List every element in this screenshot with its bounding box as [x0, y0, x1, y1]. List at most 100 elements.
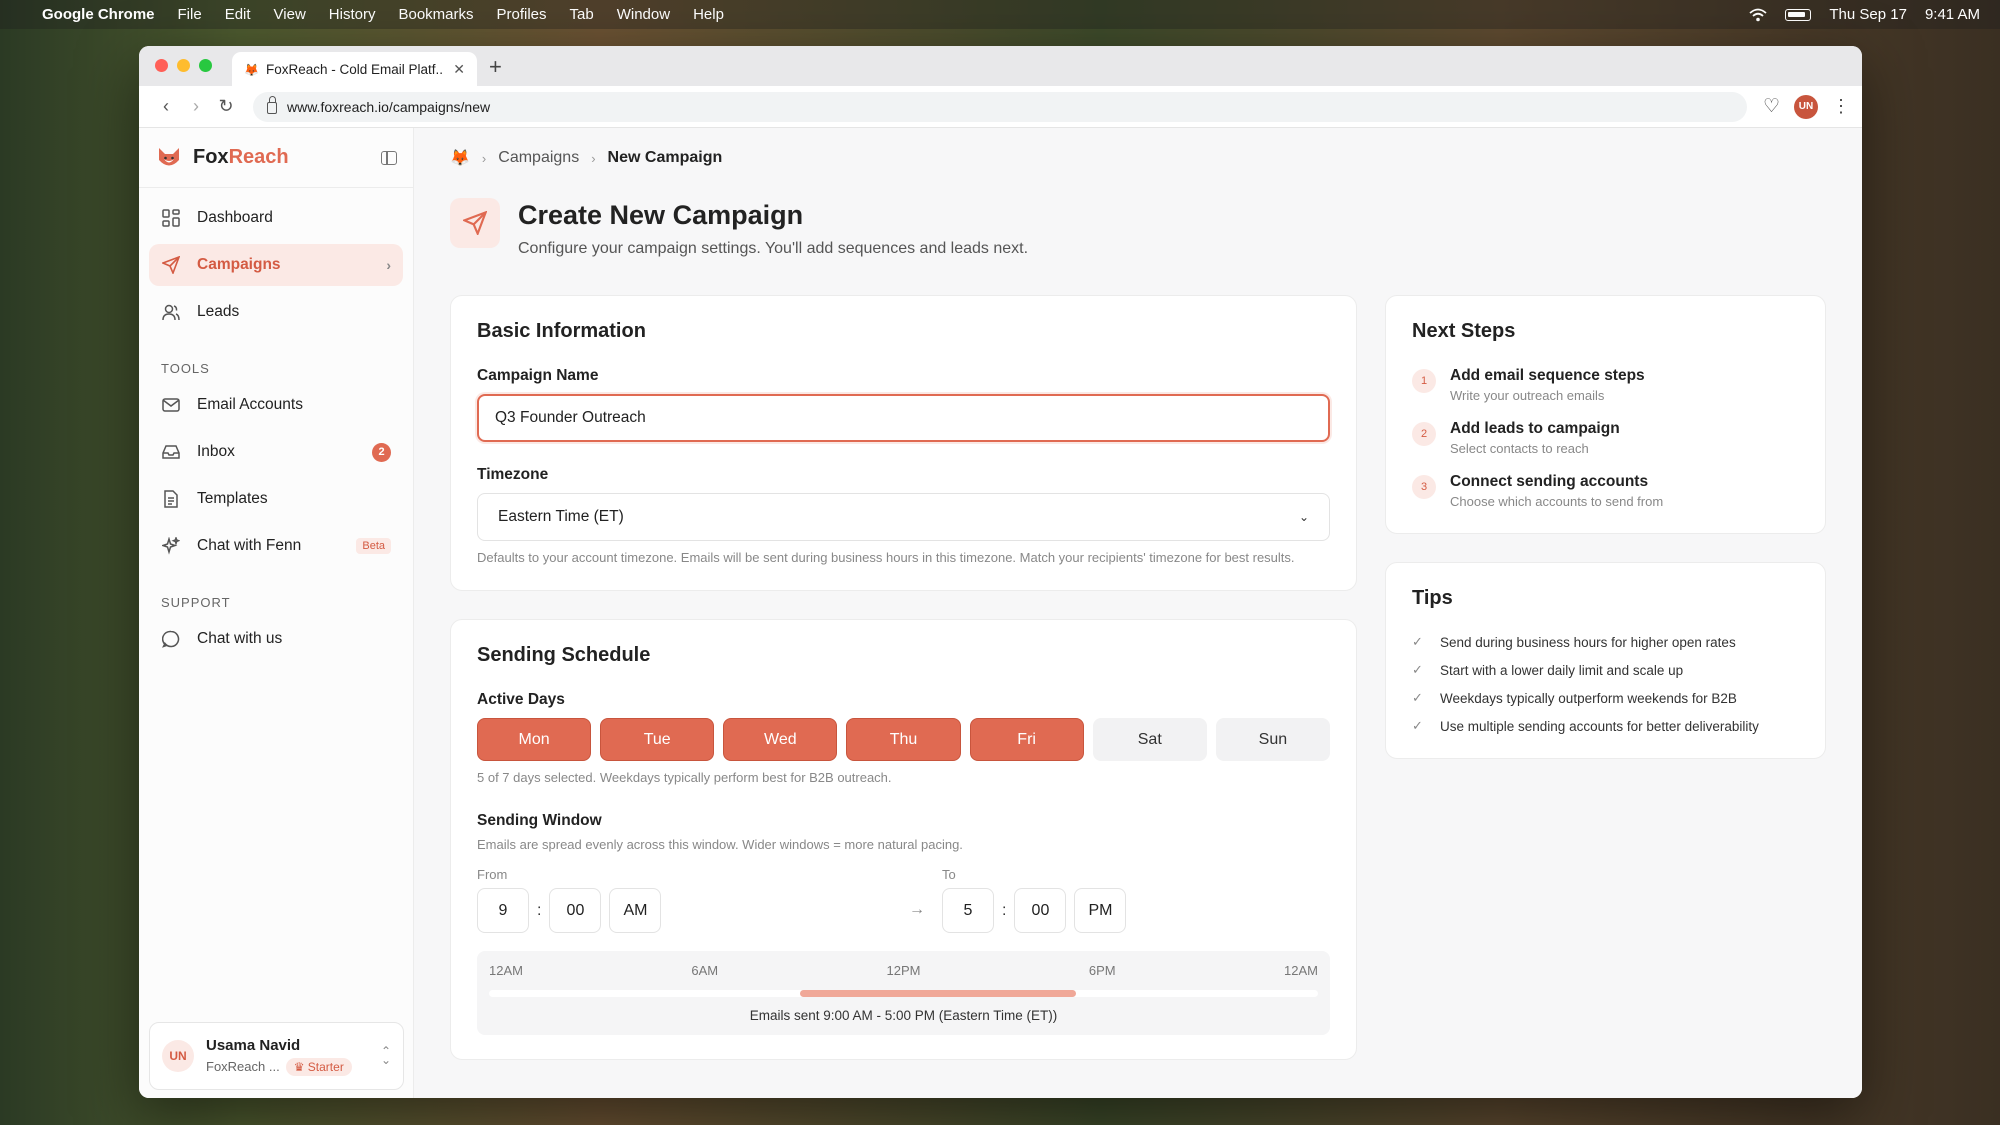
- day-toggle-tue[interactable]: Tue: [600, 718, 715, 761]
- check-icon: ✓: [1412, 690, 1423, 705]
- close-tab-icon[interactable]: ✕: [453, 61, 465, 78]
- menu-view[interactable]: View: [274, 6, 306, 23]
- sidebar-item-label: Templates: [197, 490, 268, 507]
- sidebar-item-leads[interactable]: Leads: [149, 291, 403, 333]
- timezone-label: Timezone: [477, 466, 549, 483]
- sidebar-support-nav: Chat with us: [139, 618, 413, 674]
- user-account-switcher[interactable]: UN Usama Navid FoxReach ... ♛ Starter ⌃ ⌄: [149, 1022, 404, 1090]
- menu-date[interactable]: Thu Sep 17: [1829, 6, 1907, 23]
- day-toggle-wed[interactable]: Wed: [723, 718, 838, 761]
- menu-bookmarks[interactable]: Bookmarks: [398, 6, 473, 23]
- breadcrumb-separator-icon: ›: [591, 150, 596, 166]
- sidebar-item-dashboard[interactable]: Dashboard: [149, 197, 403, 239]
- new-tab-icon[interactable]: +: [489, 54, 502, 80]
- to-ampm-toggle[interactable]: PM: [1074, 888, 1127, 933]
- battery-icon[interactable]: [1785, 8, 1812, 21]
- menu-time[interactable]: 9:41 AM: [1925, 6, 1980, 23]
- next-steps-card: Next Steps 1 Add email sequence steps Wri…: [1385, 295, 1826, 534]
- day-toggle-thu[interactable]: Thu: [846, 718, 961, 761]
- sidebar-item-campaigns[interactable]: Campaigns ›: [149, 244, 403, 286]
- breadcrumb: 🦊 › Campaigns › New Campaign: [450, 128, 1826, 188]
- sidebar-item-chat-with-fenn[interactable]: Chat with Fenn Beta: [149, 525, 403, 567]
- back-icon[interactable]: ‹: [151, 96, 181, 117]
- reload-icon[interactable]: ↻: [211, 96, 241, 117]
- browser-window: 🦊 FoxReach - Cold Email Platf... ✕ + ‹ ›…: [139, 46, 1862, 1098]
- day-toggle-mon[interactable]: Mon: [477, 718, 592, 761]
- minimize-window-button[interactable]: [177, 59, 190, 72]
- sidebar-item-label: Dashboard: [197, 209, 273, 226]
- sidebar-item-label: Chat with us: [197, 630, 283, 647]
- chevron-down-icon: ⌄: [1298, 510, 1309, 524]
- more-options-icon[interactable]: ⋮: [1832, 96, 1850, 117]
- menu-tab[interactable]: Tab: [570, 6, 594, 23]
- from-minute-input[interactable]: 00: [549, 888, 602, 933]
- menu-app-name[interactable]: Google Chrome: [42, 6, 155, 23]
- menu-window[interactable]: Window: [617, 6, 670, 23]
- sidebar-item-templates[interactable]: Templates: [149, 478, 403, 520]
- window-controls: [155, 59, 212, 72]
- brand-name[interactable]: FoxReach: [193, 146, 289, 169]
- grid-icon: [161, 208, 181, 228]
- timeline-tick: 6PM: [1088, 963, 1116, 978]
- mail-icon: [161, 395, 181, 415]
- day-toggle-sat[interactable]: Sat: [1092, 718, 1207, 761]
- browser-tab[interactable]: 🦊 FoxReach - Cold Email Platf... ✕: [232, 52, 477, 86]
- sidebar-item-label: Email Accounts: [197, 396, 303, 413]
- chat-bubble-icon: [161, 629, 181, 649]
- zoom-window-button[interactable]: [199, 59, 212, 72]
- breadcrumb-campaigns-link[interactable]: Campaigns: [498, 149, 579, 167]
- tip-item: ✓ Weekdays typically outperform weekends …: [1412, 690, 1799, 706]
- tab-title: FoxReach - Cold Email Platf...: [266, 61, 445, 77]
- step-title: Add email sequence steps: [1450, 367, 1645, 384]
- to-hour-input[interactable]: 5: [942, 888, 994, 933]
- time-colon: :: [537, 901, 542, 919]
- tip-text: Weekdays typically outperform weekends f…: [1440, 690, 1737, 706]
- campaign-name-label: Campaign Name: [477, 367, 599, 384]
- from-hour-input[interactable]: 9: [477, 888, 529, 933]
- check-icon: ✓: [1412, 718, 1423, 733]
- day-toggle-sun[interactable]: Sun: [1215, 718, 1330, 761]
- url-text: www.foxreach.io/campaigns/new: [287, 98, 491, 115]
- card-title: Sending Schedule: [477, 644, 651, 666]
- address-bar[interactable]: www.foxreach.io/campaigns/new: [253, 91, 1747, 122]
- wifi-icon[interactable]: [1749, 8, 1767, 22]
- sidebar-item-email-accounts[interactable]: Email Accounts: [149, 384, 403, 426]
- sidebar-section-support: SUPPORT: [161, 595, 231, 610]
- fox-logo-icon: [159, 147, 179, 165]
- sidebar-item-label: Campaigns: [197, 256, 281, 273]
- sidebar-item-label: Inbox: [197, 443, 235, 460]
- day-toggle-fri[interactable]: Fri: [969, 718, 1084, 761]
- plan-badge: ♛ Starter: [285, 1057, 352, 1076]
- close-window-button[interactable]: [155, 59, 168, 72]
- profile-avatar[interactable]: UN: [1794, 94, 1818, 119]
- from-label: From: [477, 867, 508, 882]
- user-org: FoxReach ...: [206, 1059, 280, 1074]
- beta-badge: Beta: [356, 538, 391, 554]
- sidebar-item-inbox[interactable]: Inbox 2: [149, 431, 403, 473]
- fox-home-icon[interactable]: 🦊: [450, 148, 470, 168]
- menu-profiles[interactable]: Profiles: [497, 6, 547, 23]
- avatar: UN: [162, 1040, 194, 1072]
- to-minute-input[interactable]: 00: [1014, 888, 1067, 933]
- timezone-value: Eastern Time (ET): [498, 508, 624, 525]
- send-icon: [450, 198, 500, 248]
- sidebar-toggle-icon[interactable]: [381, 150, 397, 165]
- heart-icon[interactable]: ♡: [1763, 95, 1780, 118]
- app-shell: FoxReach Dashboard Campaigns › Leads TOO…: [139, 128, 1862, 1098]
- menu-file[interactable]: File: [178, 6, 202, 23]
- sidebar-item-label: Chat with Fenn: [197, 537, 302, 554]
- user-name: Usama Navid: [206, 1036, 301, 1054]
- time-colon: :: [1002, 901, 1007, 919]
- from-ampm-toggle[interactable]: AM: [609, 888, 662, 933]
- sidebar-item-chat-with-us[interactable]: Chat with us: [149, 618, 403, 660]
- timeline-tick: 12PM: [886, 963, 921, 978]
- step-title: Connect sending accounts: [1450, 473, 1649, 490]
- sidebar-nav: Dashboard Campaigns › Leads: [139, 188, 413, 347]
- timezone-select[interactable]: Eastern Time (ET) ⌄: [477, 493, 1330, 541]
- menu-history[interactable]: History: [329, 6, 376, 23]
- step-number: 1: [1412, 369, 1436, 393]
- campaign-name-input[interactable]: Q3 Founder Outreach: [477, 394, 1330, 442]
- menu-help[interactable]: Help: [693, 6, 724, 23]
- menu-edit[interactable]: Edit: [225, 6, 251, 23]
- forward-icon[interactable]: ›: [181, 96, 211, 117]
